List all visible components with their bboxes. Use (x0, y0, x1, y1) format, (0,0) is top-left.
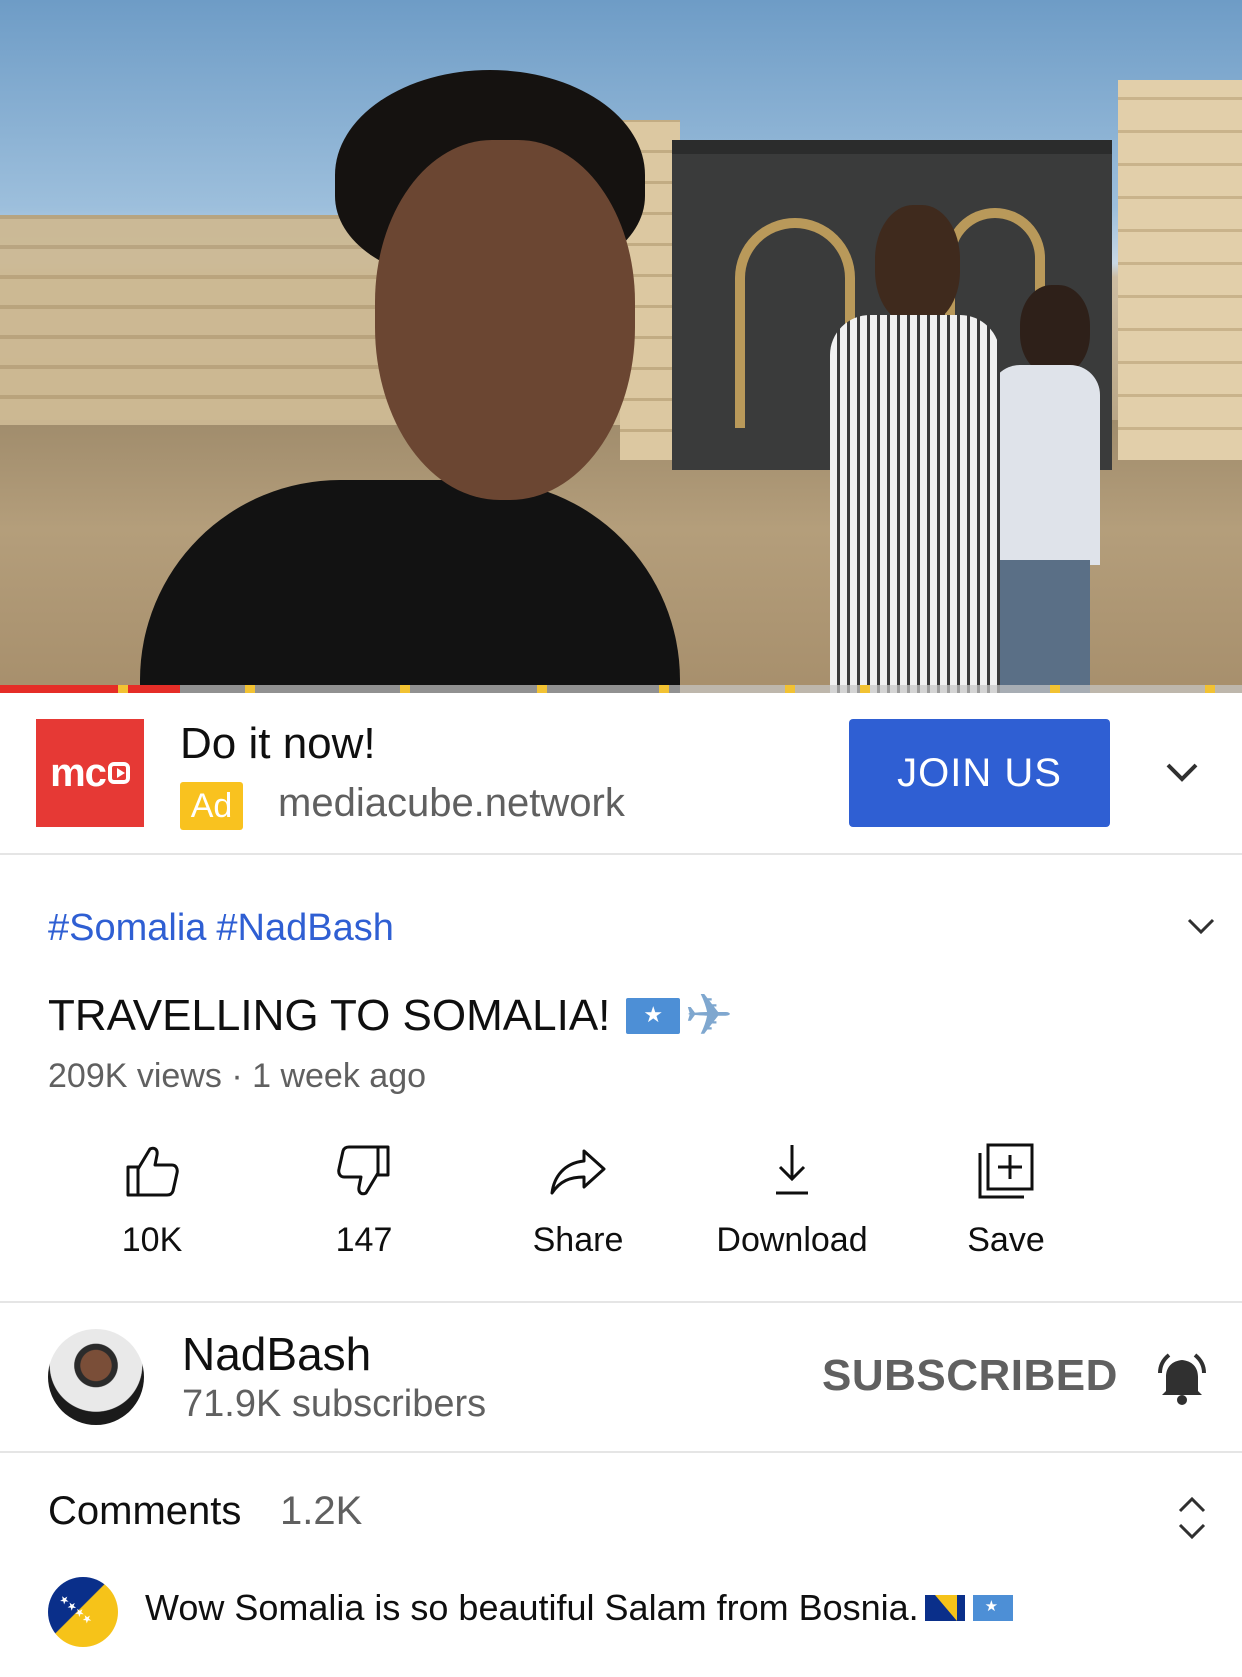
chapter-marker (537, 685, 547, 693)
ad-logo: mc (36, 719, 144, 827)
upload-age: 1 week ago (252, 1057, 427, 1095)
ad-logo-text: mc (50, 750, 107, 795)
thumbs-up-icon (126, 1146, 179, 1197)
save-label: Save (967, 1221, 1045, 1259)
ad-domain: mediacube.network (278, 781, 625, 825)
bosnia-flag-icon (924, 1595, 965, 1621)
chapter-marker (400, 685, 410, 693)
video-progress-played (0, 685, 181, 693)
share-button[interactable]: Share (478, 1139, 678, 1279)
chapter-marker (118, 685, 128, 693)
expand-icon[interactable] (1172, 1493, 1212, 1543)
ad-badge: Ad (180, 782, 243, 830)
download-button[interactable]: Download (692, 1139, 892, 1279)
chapter-marker (785, 685, 795, 693)
channel-row[interactable]: NadBash 71.9K subscribers SUBSCRIBED (0, 1305, 1242, 1453)
video-meta: 209K views · 1 week ago (48, 1057, 426, 1096)
chevron-down-icon[interactable] (1184, 909, 1218, 943)
dislike-count: 147 (335, 1221, 393, 1259)
meta-separator: · (231, 1057, 243, 1095)
download-icon (776, 1145, 808, 1195)
ad-banner[interactable]: mc Do it now! Ad mediacube.network JOIN … (0, 693, 1242, 855)
comment-text: Wow Somalia is so beautiful Salam from B… (145, 1587, 1013, 1629)
somalia-flag-icon (972, 1595, 1013, 1621)
dislike-button[interactable]: 147 (264, 1139, 464, 1279)
download-label: Download (716, 1221, 868, 1259)
subscribed-button[interactable]: SUBSCRIBED (822, 1351, 1118, 1401)
channel-avatar[interactable] (48, 1329, 144, 1425)
channel-name[interactable]: NadBash (182, 1327, 371, 1381)
video-title-text: TRAVELLING TO SOMALIA! (48, 991, 611, 1040)
play-icon (107, 762, 130, 784)
hashtag-link[interactable]: #NadBash (216, 907, 393, 949)
somalia-flag-icon (626, 998, 681, 1034)
video-frame-person (820, 205, 1010, 693)
chapter-marker (245, 685, 255, 693)
subscriber-count: 71.9K subscribers (182, 1383, 487, 1425)
video-frame-vlogger (140, 70, 680, 693)
chapter-marker (860, 685, 870, 693)
video-progress-bar[interactable] (0, 685, 1242, 693)
video-player[interactable] (0, 0, 1242, 693)
comment-body: Wow Somalia is so beautiful Salam from B… (145, 1587, 919, 1628)
hashtags: #Somalia #NadBash (48, 907, 404, 950)
chapter-marker (659, 685, 669, 693)
view-count: 209K views (48, 1057, 222, 1095)
commenter-avatar[interactable] (48, 1577, 118, 1647)
join-us-button[interactable]: JOIN US (849, 719, 1110, 827)
save-button[interactable]: Save (906, 1139, 1106, 1279)
notification-bell-icon[interactable] (1152, 1349, 1212, 1409)
hashtag-link[interactable]: #Somalia (48, 907, 206, 949)
chapter-marker (1050, 685, 1060, 693)
thumbs-down-icon (337, 1145, 390, 1196)
ad-title: Do it now! (180, 719, 376, 768)
video-title[interactable]: TRAVELLING TO SOMALIA! ✈ (48, 987, 733, 1045)
like-count: 10K (121, 1221, 183, 1259)
save-playlist-icon (978, 1143, 1034, 1199)
share-icon (550, 1149, 606, 1195)
comments-section[interactable]: Comments 1.2K Wow Somalia is so beautifu… (0, 1455, 1242, 1677)
like-button[interactable]: 10K (52, 1139, 252, 1279)
chevron-down-icon[interactable] (1162, 751, 1202, 791)
video-frame-pillar (1118, 80, 1242, 460)
comments-heading: Comments (48, 1489, 242, 1533)
airplane-icon: ✈ (684, 983, 734, 1048)
share-label: Share (532, 1221, 624, 1259)
chapter-marker (1205, 685, 1215, 693)
comments-count: 1.2K (280, 1489, 363, 1533)
action-bar: 10K 147 Share Download Save (0, 1139, 1242, 1279)
video-info: #Somalia #NadBash TRAVELLING TO SOMALIA! … (0, 857, 1242, 1303)
